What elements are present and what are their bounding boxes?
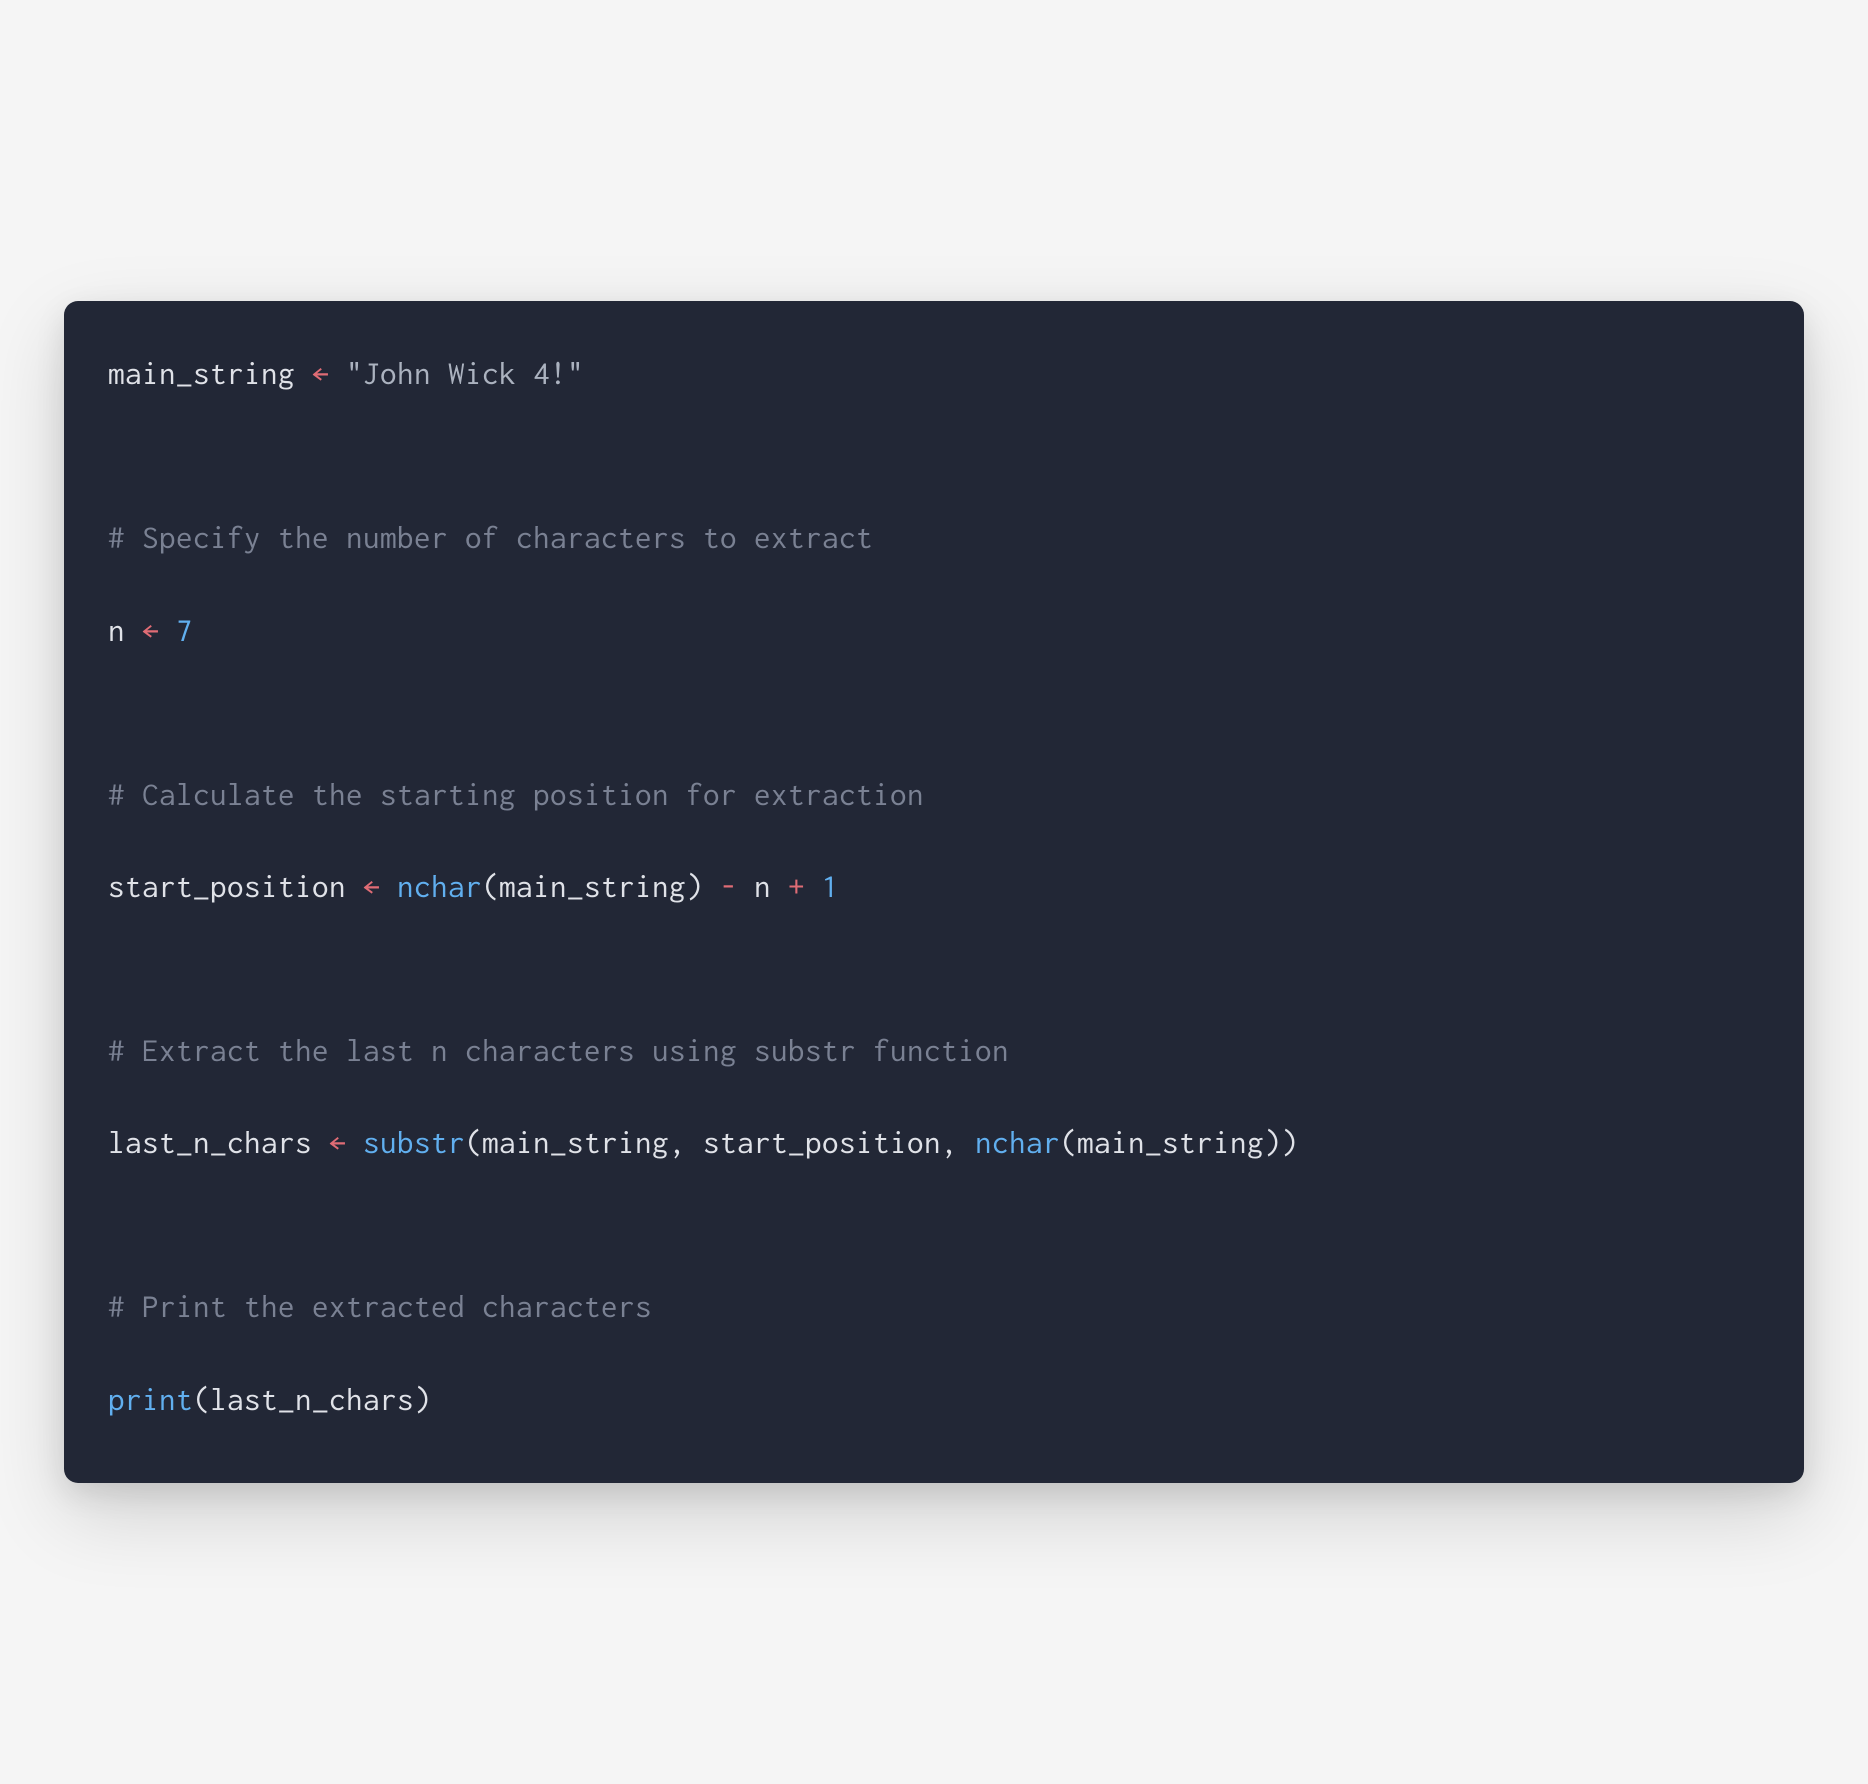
identifier: main_string bbox=[499, 870, 686, 904]
code-block: main_string ← "John Wick 4!" # Specify t… bbox=[64, 301, 1804, 1483]
paren: ( bbox=[193, 1383, 210, 1417]
code-line-comment: # Extract the last n characters using su… bbox=[108, 1028, 1760, 1074]
paren: ) bbox=[1264, 1126, 1281, 1160]
number-literal: 7 bbox=[176, 614, 193, 648]
comment: # Calculate the starting position for ex… bbox=[108, 778, 924, 812]
paren: ( bbox=[482, 870, 499, 904]
identifier: main_string bbox=[1077, 1126, 1264, 1160]
comma: , bbox=[941, 1126, 975, 1160]
blank-space bbox=[108, 562, 1760, 608]
identifier: last_n_chars bbox=[108, 1126, 312, 1160]
assign-arrow: ← bbox=[346, 870, 397, 904]
identifier: n bbox=[754, 870, 771, 904]
paren: ) bbox=[1281, 1126, 1298, 1160]
identifier: start_position bbox=[108, 870, 346, 904]
identifier: start_position bbox=[703, 1126, 941, 1160]
comma: , bbox=[669, 1126, 703, 1160]
function-name: nchar bbox=[397, 870, 482, 904]
function-name: substr bbox=[363, 1126, 465, 1160]
function-name: print bbox=[108, 1383, 193, 1417]
paren: ( bbox=[465, 1126, 482, 1160]
string-literal: "John Wick 4!" bbox=[346, 357, 584, 391]
identifier: main_string bbox=[108, 357, 295, 391]
comment: # Extract the last n characters using su… bbox=[108, 1034, 1009, 1068]
comment: # Specify the number of characters to ex… bbox=[108, 521, 873, 555]
code-line-comment: # Calculate the starting position for ex… bbox=[108, 772, 1760, 818]
identifier: n bbox=[108, 614, 125, 648]
operator: - bbox=[703, 870, 754, 904]
code-line-comment: # Specify the number of characters to ex… bbox=[108, 515, 1760, 561]
blank-space bbox=[108, 654, 1760, 772]
code-line-expression: start_position ← nchar(main_string) - n … bbox=[108, 864, 1760, 910]
code-line-assignment: n ← 7 bbox=[108, 608, 1760, 654]
blank-space bbox=[108, 1074, 1760, 1120]
comment: # Print the extracted characters bbox=[108, 1290, 652, 1324]
identifier: last_n_chars bbox=[210, 1383, 414, 1417]
assign-arrow: ← bbox=[295, 357, 346, 391]
assign-arrow: ← bbox=[125, 614, 176, 648]
function-name: nchar bbox=[975, 1126, 1060, 1160]
blank-space bbox=[108, 1166, 1760, 1284]
code-line-assignment: main_string ← "John Wick 4!" bbox=[108, 351, 1760, 397]
blank-space bbox=[108, 818, 1760, 864]
code-line-comment: # Print the extracted characters bbox=[108, 1284, 1760, 1330]
code-line-call: print(last_n_chars) bbox=[108, 1377, 1760, 1423]
paren: ( bbox=[1060, 1126, 1077, 1160]
operator: + bbox=[771, 870, 822, 904]
code-line-expression: last_n_chars ← substr(main_string, start… bbox=[108, 1120, 1760, 1166]
blank-space bbox=[108, 1331, 1760, 1377]
assign-arrow: ← bbox=[312, 1126, 363, 1160]
identifier: main_string bbox=[482, 1126, 669, 1160]
blank-space bbox=[108, 910, 1760, 1028]
paren: ) bbox=[686, 870, 703, 904]
number-literal: 1 bbox=[822, 870, 839, 904]
paren: ) bbox=[414, 1383, 431, 1417]
blank-space bbox=[108, 397, 1760, 515]
